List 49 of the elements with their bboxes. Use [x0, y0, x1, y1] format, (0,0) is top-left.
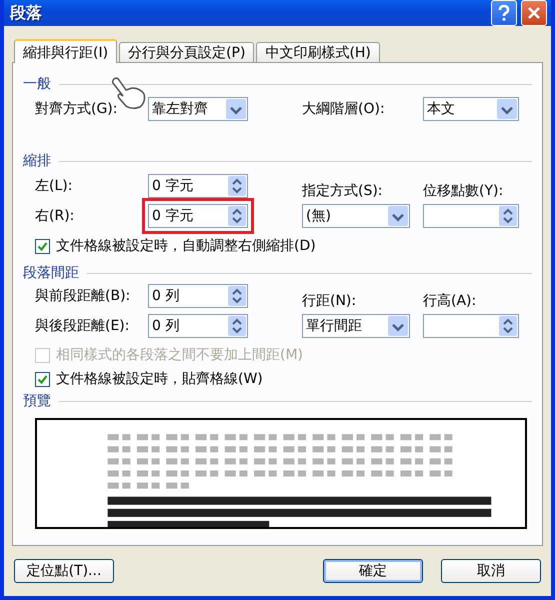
- field-label: 位移點數(Y):: [423, 182, 504, 201]
- checkbox-label: 相同樣式的各段落之間不要加上間距(M): [56, 346, 304, 364]
- checkbox-label: 文件格線被設定時，貼齊格線(W): [56, 370, 263, 388]
- field-label: 與後段距離(E):: [35, 317, 130, 335]
- dropdown[interactable]: (無): [302, 204, 410, 228]
- dialog-button[interactable]: 確定: [323, 559, 423, 583]
- chevron-down-icon[interactable]: [388, 206, 408, 226]
- dialog-button[interactable]: 定位點(T)...: [14, 559, 114, 583]
- dropdown[interactable]: 單行間距: [302, 314, 410, 338]
- field-label: 行高(A):: [423, 292, 478, 311]
- dialog-button[interactable]: 取消: [441, 559, 541, 583]
- field-label: 與前段距離(B):: [35, 287, 132, 305]
- section-heading: 一般: [23, 75, 51, 93]
- dropdown[interactable]: 靠左對齊: [148, 97, 248, 121]
- close-icon: [527, 6, 541, 20]
- spin-arrows-icon[interactable]: [499, 316, 517, 336]
- spin-arrows-icon[interactable]: [228, 286, 246, 306]
- spin-field[interactable]: 0 列: [148, 314, 248, 338]
- spin-field[interactable]: 0 列: [148, 284, 248, 308]
- spin-field[interactable]: [423, 204, 519, 228]
- tab[interactable]: 分行與分頁設定(P): [119, 42, 254, 62]
- dropdown[interactable]: 本文: [423, 97, 519, 121]
- tab[interactable]: 縮排與行距(I): [14, 39, 118, 63]
- spin-arrows-icon[interactable]: [228, 316, 246, 336]
- section-heading: 縮排: [23, 152, 51, 170]
- section-heading: 段落間距: [23, 264, 79, 282]
- field-label: 右(R):: [35, 207, 76, 225]
- window-title: 段落: [10, 2, 42, 24]
- question-mark-icon: [497, 4, 511, 22]
- field-label: 行距(N):: [302, 292, 358, 311]
- checkbox[interactable]: [35, 372, 50, 386]
- field-label: 對齊方式(G):: [35, 100, 118, 118]
- checkbox[interactable]: [35, 238, 50, 254]
- spin-arrows-icon[interactable]: [228, 176, 246, 196]
- spin-field[interactable]: [423, 314, 519, 338]
- spin-field[interactable]: 0 字元: [148, 174, 248, 198]
- section-heading: 預覽: [23, 392, 51, 410]
- spin-arrows-icon[interactable]: [228, 206, 246, 226]
- field-label: 左(L):: [35, 177, 74, 195]
- spin-arrows-icon[interactable]: [499, 206, 517, 226]
- help-button[interactable]: [491, 0, 517, 26]
- chevron-down-icon[interactable]: [226, 99, 246, 119]
- field-label: 指定方式(S):: [302, 182, 384, 201]
- tab[interactable]: 中文印刷樣式(H): [256, 42, 380, 62]
- chevron-down-icon[interactable]: [388, 316, 408, 336]
- field-label: 大綱階層(O):: [302, 100, 386, 118]
- checkbox-label: 文件格線被設定時，自動調整右側縮排(D): [56, 237, 316, 255]
- close-button[interactable]: [521, 0, 547, 26]
- chevron-down-icon[interactable]: [497, 99, 517, 119]
